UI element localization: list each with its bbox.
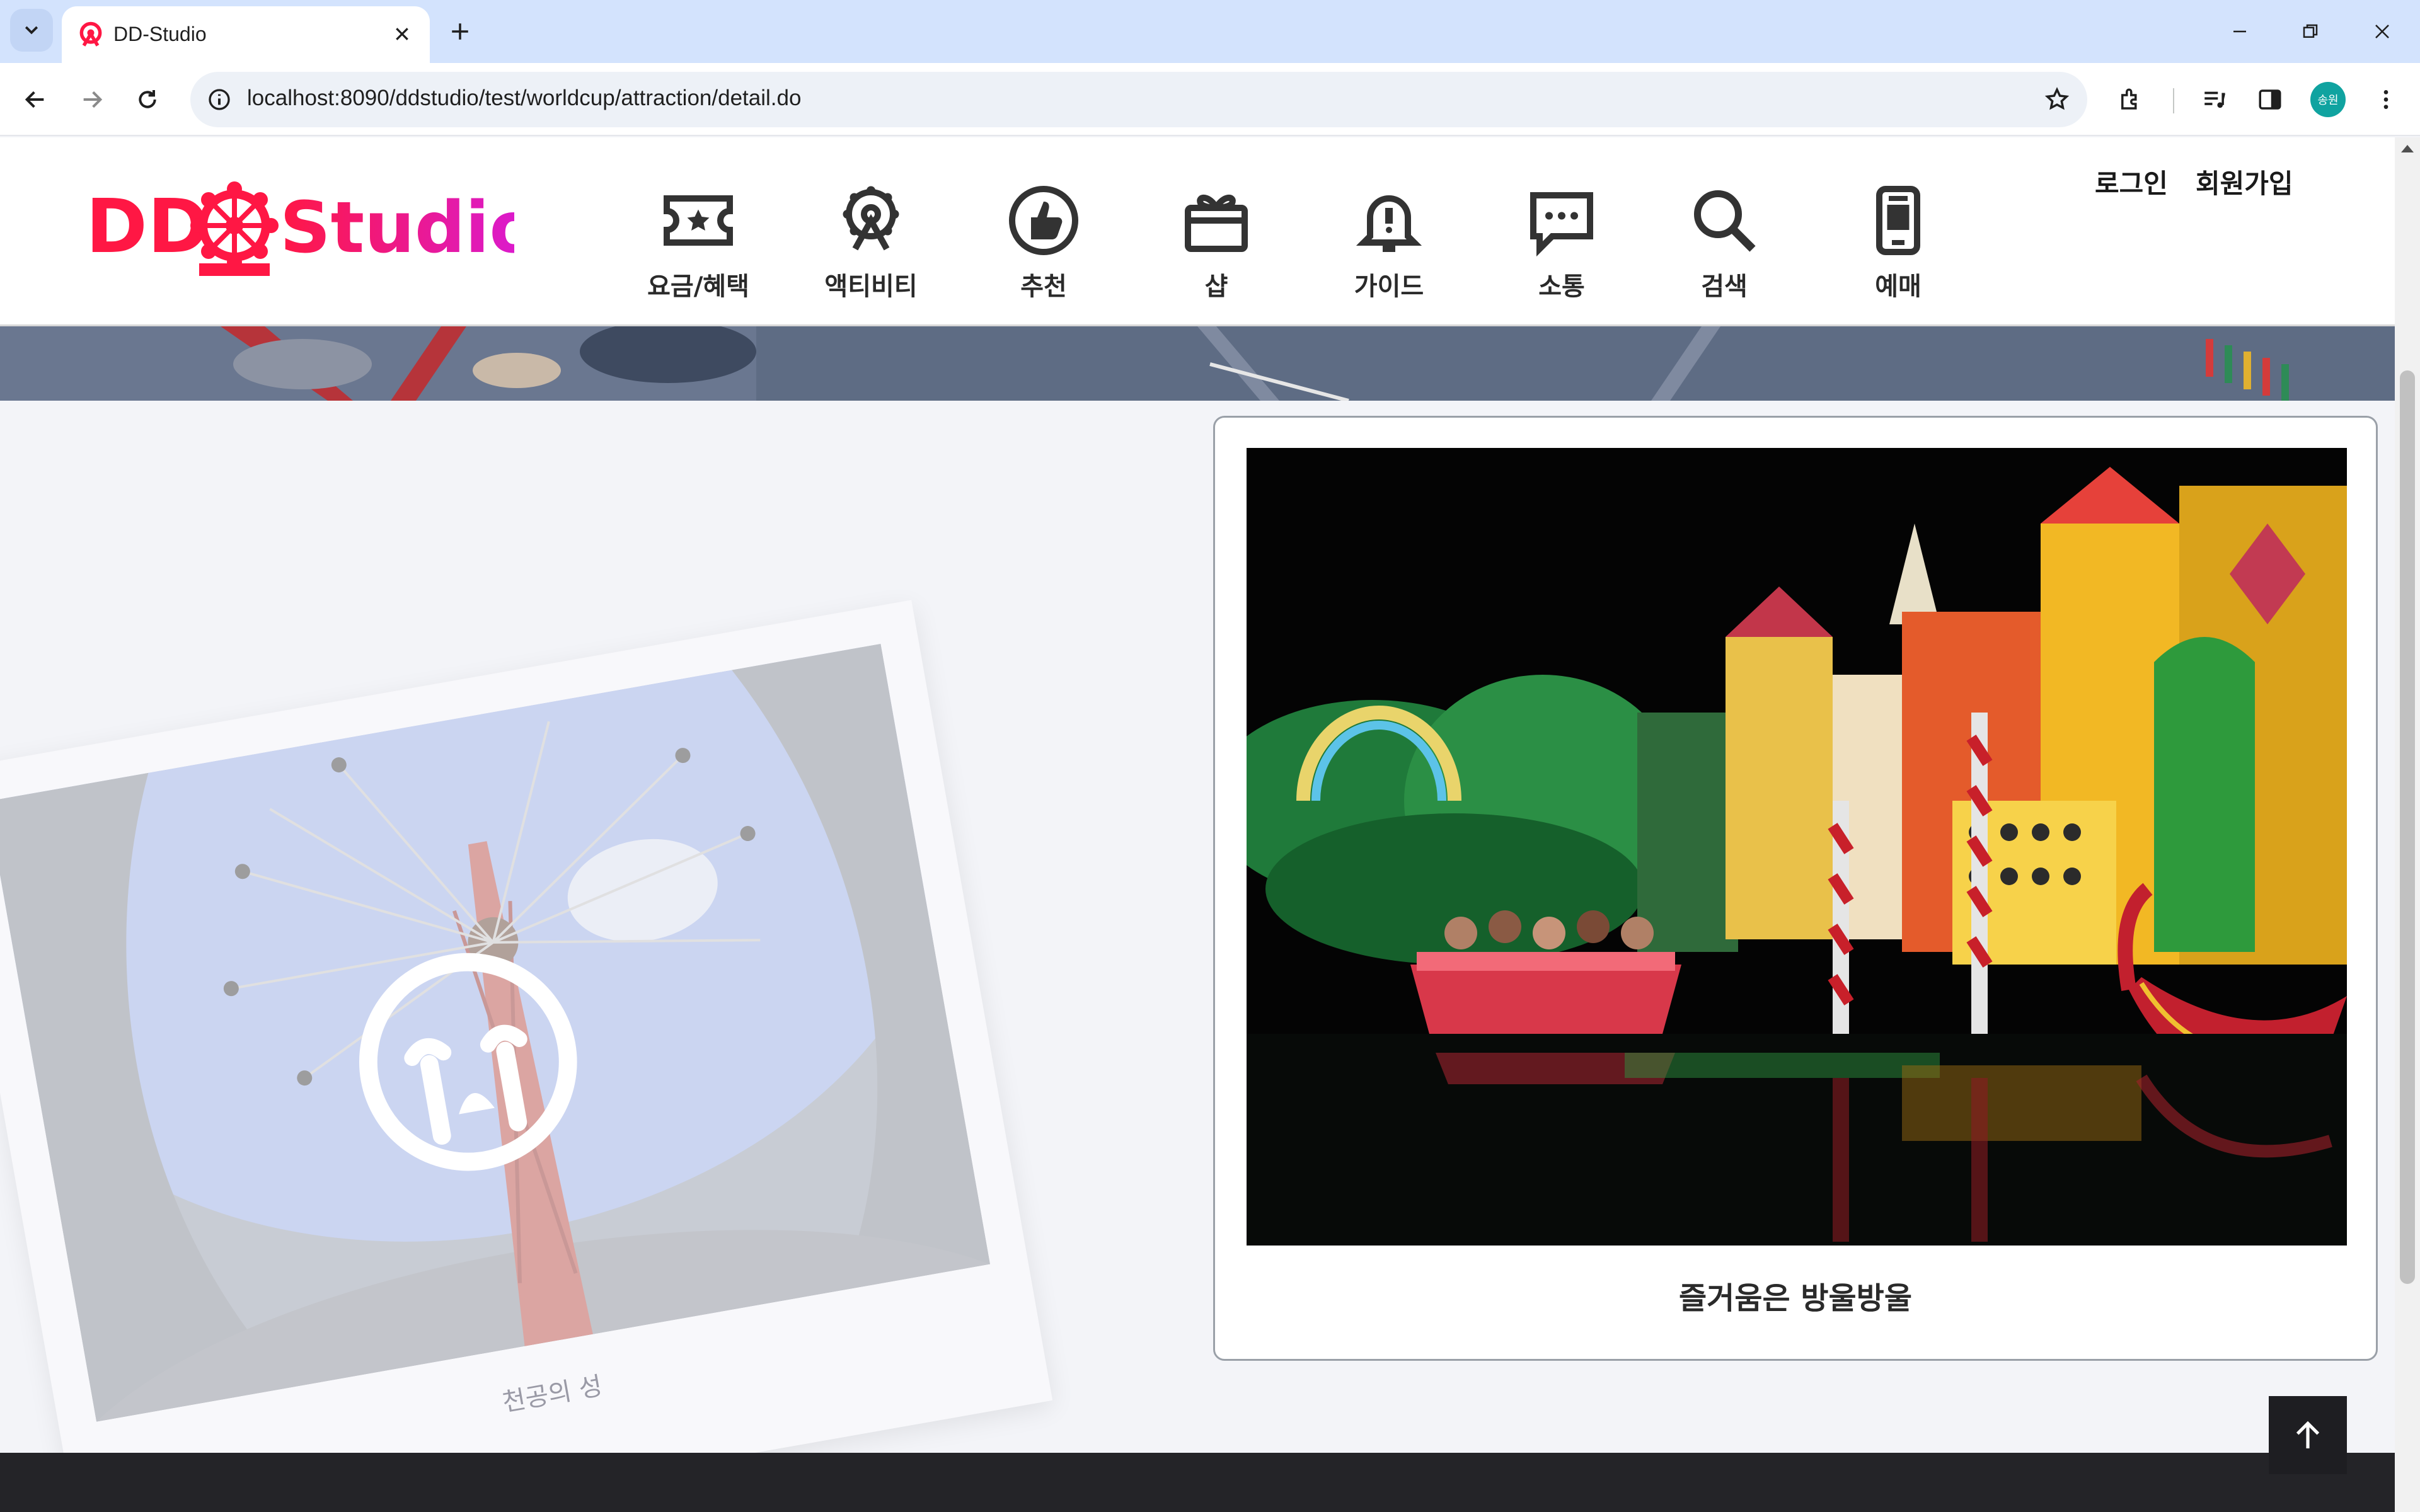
back-button[interactable] [14, 78, 57, 121]
close-icon [396, 28, 408, 40]
side-panel-icon [2259, 89, 2281, 110]
more-vertical-icon [2383, 90, 2388, 109]
nav-item-activity[interactable]: 액티비티 [808, 183, 934, 309]
nav-item-booking[interactable]: 예매 [1835, 183, 1961, 309]
arrow-up-icon [2296, 1421, 2320, 1448]
nav-item-guide[interactable]: 가이드 [1326, 183, 1452, 309]
hero-banner-art [0, 326, 2395, 401]
tab-search-button[interactable] [10, 9, 53, 52]
chat-bubble-icon [1530, 192, 1593, 257]
scroll-to-top-button[interactable] [2269, 1396, 2347, 1474]
ferris-wheel-favicon-icon [79, 21, 102, 47]
bell-icon [1356, 195, 1422, 252]
nav-item-shop[interactable]: 샵 [1153, 183, 1279, 309]
star-icon [2044, 87, 2070, 110]
close-window-button[interactable] [2360, 11, 2405, 52]
bookmark-button[interactable] [2041, 83, 2073, 116]
media-controls-button[interactable] [2193, 78, 2236, 121]
site-info-button[interactable] [204, 84, 234, 115]
site-header: DD Studio 요금/혜택 액티비티 추천 샵 가이드 소통 검색 예매 로… [0, 137, 2395, 326]
plus-icon [452, 23, 468, 40]
worldcup-option-right[interactable]: 즐거움은 방울방울 [1213, 416, 2378, 1361]
reload-button[interactable] [126, 78, 169, 121]
info-icon [209, 89, 230, 110]
scroll-up-arrow[interactable] [2401, 145, 2414, 152]
arrow-right-icon [83, 91, 103, 108]
puzzle-icon [2121, 88, 2137, 110]
mobile-ticket-icon [1876, 186, 1920, 255]
thumbs-up-icon [1009, 186, 1078, 255]
browser-tab-active[interactable]: DD-Studio [62, 6, 430, 63]
tab-title: DD-Studio [113, 23, 207, 45]
boat-ride-photo [1247, 448, 2347, 1246]
toolbar-divider [2173, 88, 2174, 113]
minimize-button[interactable] [2217, 11, 2262, 52]
tab-close-button[interactable] [387, 19, 417, 49]
chevron-down-icon [25, 26, 38, 35]
url-text[interactable]: localhost:8090/ddstudio/test/worldcup/at… [247, 86, 801, 111]
hero-banner-image [0, 326, 2395, 401]
ticket-icon [664, 195, 733, 246]
new-tab-button[interactable] [440, 11, 480, 52]
address-bar[interactable]: localhost:8090/ddstudio/test/worldcup/at… [190, 72, 2087, 127]
arrow-left-icon [25, 91, 44, 108]
playlist-icon [2204, 91, 2225, 108]
nav-item-community[interactable]: 소통 [1499, 183, 1625, 309]
reload-icon [139, 90, 156, 108]
nav-item-fares[interactable]: 요금/혜택 [635, 183, 761, 309]
ferris-wheel-icon [843, 186, 899, 251]
browser-menu-button[interactable] [2365, 78, 2407, 121]
minimize-icon [2233, 30, 2246, 33]
profile-avatar[interactable]: 송원 [2310, 82, 2346, 117]
site-footer [0, 1453, 2395, 1512]
dd-studio-logo[interactable]: DD Studio [86, 176, 514, 277]
option-right-photo [1247, 448, 2347, 1246]
gift-box-icon [1185, 195, 1248, 252]
search-icon [1694, 190, 1756, 252]
worldcup-option-left[interactable]: 천공의 성 [0, 600, 1053, 1512]
forward-button[interactable] [71, 78, 113, 121]
extensions-button[interactable] [2109, 78, 2152, 121]
browser-toolbar: localhost:8090/ddstudio/test/worldcup/at… [0, 63, 2420, 136]
svg-text:Studio: Studio [280, 187, 514, 269]
browser-tab-strip: DD-Studio [0, 0, 2420, 63]
side-panel-button[interactable] [2249, 78, 2291, 121]
nav-item-search[interactable]: 검색 [1661, 183, 1787, 309]
restore-button[interactable] [2288, 11, 2333, 52]
option-right-caption: 즐거움은 방울방울 [1679, 1281, 1912, 1316]
scrollbar-thumb[interactable] [2400, 370, 2415, 1284]
nav-item-recommend[interactable]: 추천 [981, 183, 1107, 309]
restore-icon [2303, 24, 2318, 38]
signup-link[interactable]: 회원가입 [2196, 163, 2293, 201]
crying-face-icon [359, 953, 577, 1171]
page-scrollbar[interactable] [2395, 137, 2420, 1512]
login-link[interactable]: 로그인 [2095, 163, 2168, 201]
page-viewport: DD Studio 요금/혜택 액티비티 추천 샵 가이드 소통 검색 예매 로… [0, 137, 2395, 1512]
close-icon [2375, 25, 2389, 38]
